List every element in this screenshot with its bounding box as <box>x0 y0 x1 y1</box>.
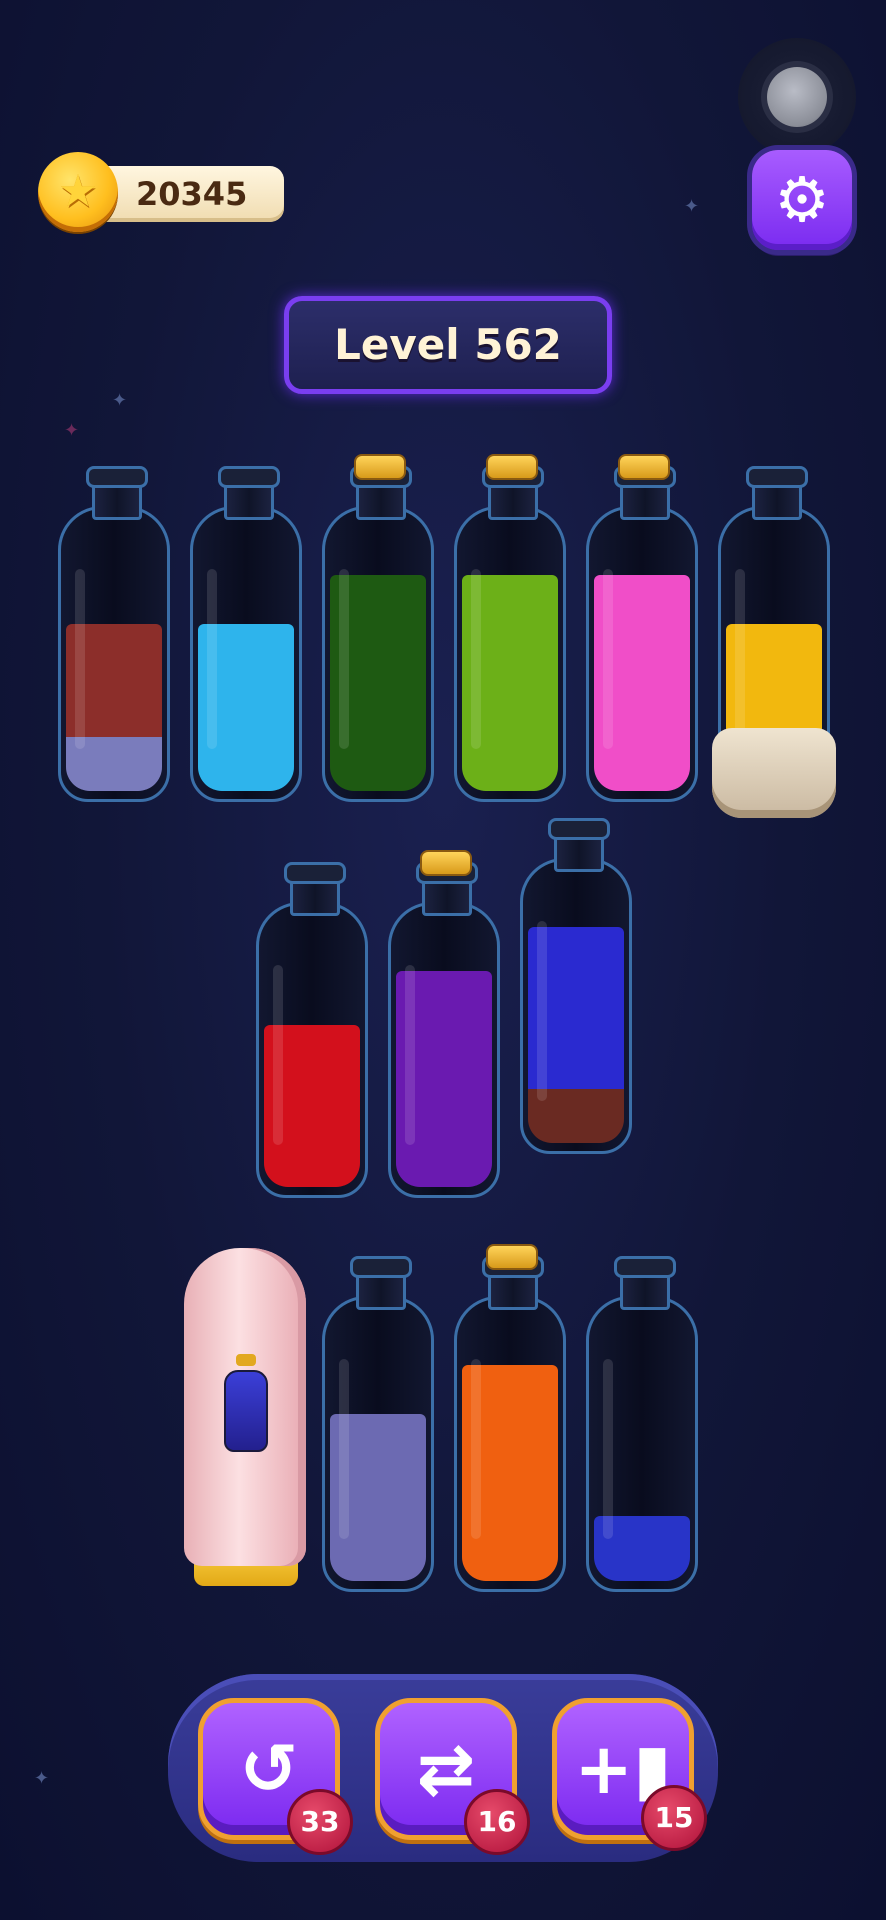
coin-count: 20345 <box>136 175 248 213</box>
bottle-lip <box>218 466 280 488</box>
rock-obstacle <box>712 728 836 818</box>
coin-counter: 20345 <box>92 166 284 222</box>
cork-icon <box>420 850 472 876</box>
gear-icon: ⚙ <box>774 163 830 236</box>
bottle-glass <box>586 506 698 802</box>
cork-icon <box>486 454 538 480</box>
bottle-glass <box>256 902 368 1198</box>
bottle-glass <box>520 858 632 1154</box>
cork-icon <box>486 1244 538 1270</box>
bottle-lip <box>284 862 346 884</box>
cork-icon <box>354 454 406 480</box>
bottle-lip <box>614 1256 676 1278</box>
sparkle-icon: ✦ <box>112 390 128 411</box>
undo-count-badge: 33 <box>287 1789 353 1855</box>
bottle-glass <box>388 902 500 1198</box>
sparkle-icon: ✦ <box>64 420 80 441</box>
cork-icon <box>618 454 670 480</box>
level-label: Level 562 <box>334 320 562 369</box>
bottle-glass <box>454 506 566 802</box>
floating-assistive-button[interactable] <box>738 38 856 156</box>
add-bottle-button[interactable]: +▮ 15 <box>552 1698 707 1851</box>
undo-button[interactable]: ↺ 33 <box>198 1698 353 1855</box>
bottle-lip <box>350 1256 412 1278</box>
bottle-glass <box>322 1296 434 1592</box>
shuffle-button[interactable]: ⇄ 16 <box>375 1698 530 1855</box>
sparkle-icon: ✦ <box>34 1768 50 1789</box>
bottle-lip <box>746 466 808 488</box>
add-bottle-count-badge: 15 <box>641 1785 707 1851</box>
settings-button[interactable]: ⚙ <box>752 150 852 250</box>
bottle-icon <box>224 1354 268 1454</box>
bottle-glass <box>190 506 302 802</box>
shuffle-count-badge: 16 <box>464 1789 530 1855</box>
level-indicator: Level 562 <box>284 296 612 394</box>
bottle-lip <box>548 818 610 840</box>
bottle-lip <box>86 466 148 488</box>
sparkle-icon: ✦ <box>684 196 700 217</box>
bottle-glass <box>586 1296 698 1592</box>
bottle-glass <box>58 506 170 802</box>
bottle-glass <box>454 1296 566 1592</box>
coin-icon: ★ <box>38 152 118 232</box>
tool-bar: ↺ 33 ⇄ 16 +▮ 15 <box>168 1674 718 1862</box>
bottle-glass <box>322 506 434 802</box>
